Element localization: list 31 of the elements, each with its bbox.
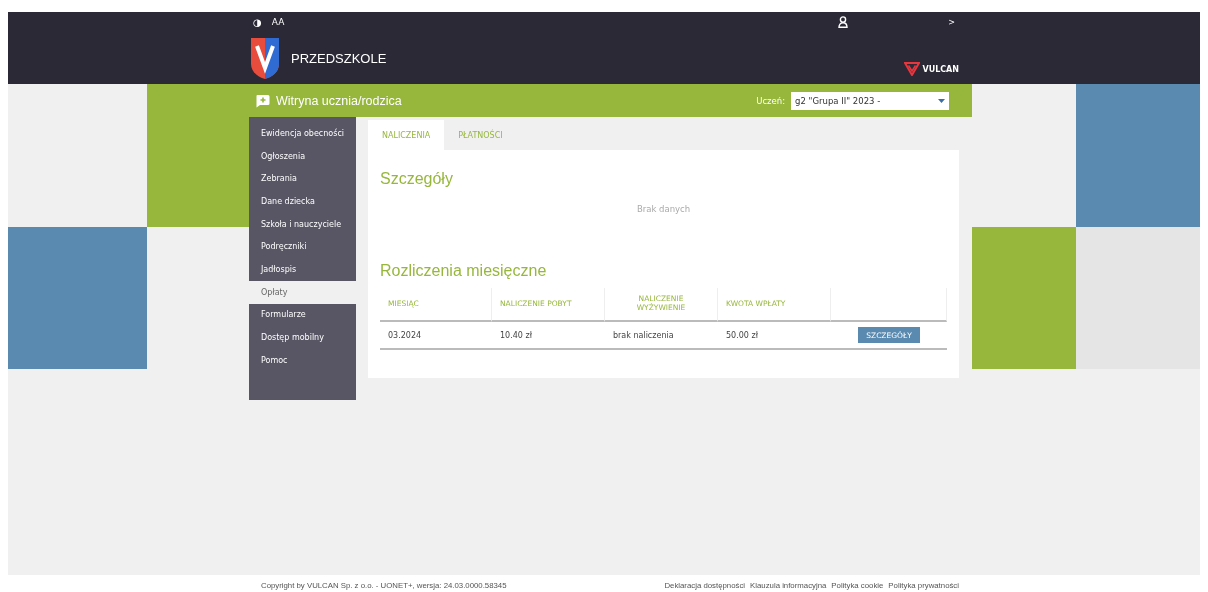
brand-logo-icon bbox=[904, 62, 921, 76]
sidebar-item[interactable]: Pomoc bbox=[249, 348, 356, 372]
monthly-heading: Rozliczenia miesięczne bbox=[380, 262, 548, 280]
brand-name: VULCAN bbox=[922, 64, 959, 74]
sidebar-item[interactable]: Dostęp mobilny bbox=[249, 326, 356, 349]
sidebar-item[interactable]: Szkoła i nauczyciele bbox=[249, 212, 356, 236]
section-title: Witryna ucznia/rodzica bbox=[276, 93, 402, 108]
shield-logo-icon bbox=[249, 36, 281, 80]
font-size-toggle[interactable]: AA bbox=[271, 17, 285, 27]
table-cell: 03.2024 bbox=[380, 322, 492, 350]
table-cell: 50.00 zł bbox=[718, 322, 831, 350]
student-label: Uczeń: bbox=[756, 95, 785, 106]
user-menu-arrow[interactable]: > bbox=[948, 17, 955, 27]
student-select[interactable]: g2 "Grupa II" 2023 - bbox=[791, 91, 949, 110]
table-cell: brak naliczenia bbox=[605, 322, 718, 350]
sidebar-item[interactable]: Podręczniki bbox=[249, 235, 356, 259]
sidebar-item[interactable]: Ogłoszenia bbox=[249, 144, 356, 168]
details-heading: Szczegóły bbox=[380, 170, 454, 188]
table-cell: 10.40 zł bbox=[492, 322, 605, 350]
sidebar-item[interactable]: Dane dziecka bbox=[249, 190, 356, 213]
sidebar-item[interactable]: Ewidencja obecności bbox=[249, 122, 356, 145]
contrast-toggle[interactable]: ◑ bbox=[253, 16, 262, 28]
sidebar-item[interactable]: Formularze bbox=[249, 303, 356, 327]
chat-plus-icon bbox=[255, 93, 270, 108]
user-icon[interactable] bbox=[838, 16, 849, 28]
sidebar-item[interactable]: Zebrania bbox=[249, 167, 356, 191]
sidebar-item[interactable]: Opłaty bbox=[249, 280, 356, 304]
app-name: PRZEDSZKOLE bbox=[291, 50, 387, 66]
dropdown-caret-icon bbox=[938, 98, 945, 103]
empty-message: Brak danych bbox=[635, 203, 692, 216]
sidebar-item[interactable]: Jadłospis bbox=[249, 258, 356, 281]
